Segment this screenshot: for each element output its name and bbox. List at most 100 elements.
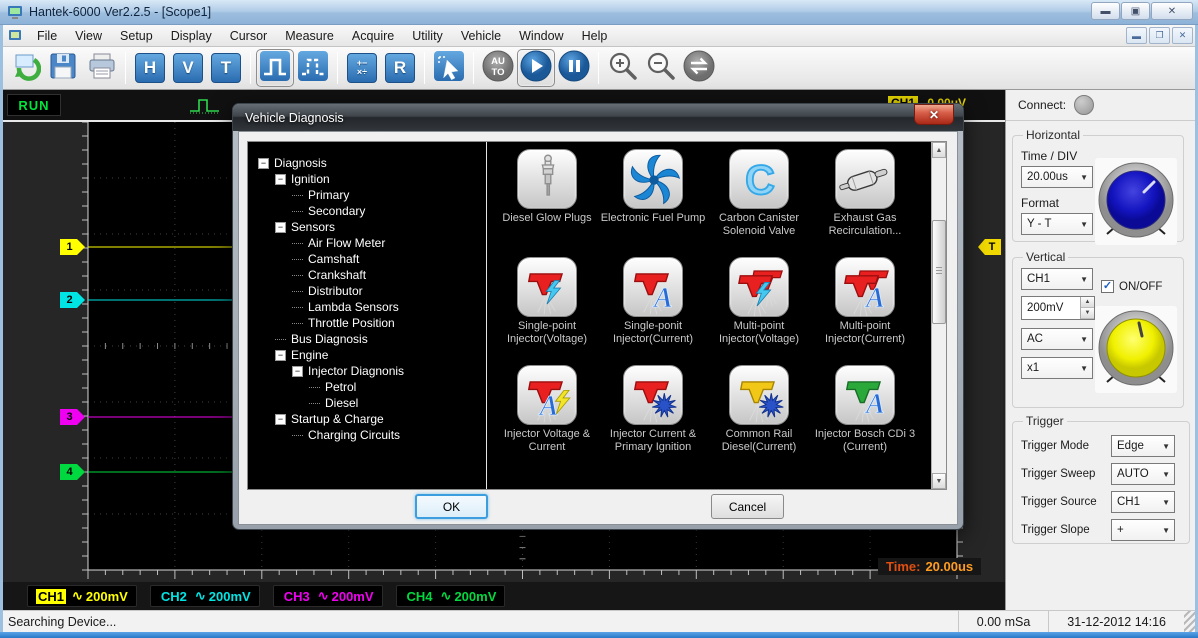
tree-node-distributor[interactable]: Distributor — [248, 283, 486, 299]
pause-acquisition-button[interactable] — [555, 49, 593, 87]
stepper-down-icon[interactable]: ▼ — [1081, 308, 1094, 319]
format-select[interactable]: Y - T ▼ — [1021, 213, 1093, 235]
diagnosis-item-exhaust[interactable]: Exhaust Gas Recirculation... — [812, 149, 918, 257]
tree-node-primary[interactable]: Primary — [248, 187, 486, 203]
save-button[interactable] — [44, 49, 82, 87]
run-acquisition-button[interactable] — [517, 49, 555, 87]
stepper-up-icon[interactable]: ▲ — [1081, 297, 1094, 308]
reference-wave-button[interactable]: R — [381, 49, 419, 87]
autoset-button[interactable]: AUTO — [479, 49, 517, 87]
collapse-icon[interactable]: − — [258, 158, 269, 169]
channel-onoff-checkbox[interactable]: ✓ — [1101, 280, 1114, 293]
zoom-in-button[interactable] — [604, 49, 642, 87]
mdi-minimize-button[interactable]: ▬ — [1126, 27, 1147, 44]
tree-node-camshaft[interactable]: Camshaft — [248, 251, 486, 267]
open-file-button[interactable] — [6, 49, 44, 87]
tree-node-throttle-position[interactable]: Throttle Position — [248, 315, 486, 331]
restore-window-button[interactable]: ▣ — [1121, 2, 1150, 20]
menu-item-view[interactable]: View — [66, 26, 111, 46]
tree-node-secondary[interactable]: Secondary — [248, 203, 486, 219]
channel-4-readout[interactable]: CH4∿200mV — [396, 585, 506, 607]
diagnosis-item-multi-injector-voltage[interactable]: Multi-point Injector(Voltage) — [706, 257, 812, 365]
menu-item-utility[interactable]: Utility — [403, 26, 452, 46]
exhaust-icon[interactable] — [835, 149, 895, 209]
vertical-position-knob[interactable] — [1095, 306, 1177, 393]
diagnosis-item-glow-plug[interactable]: Diesel Glow Plugs — [494, 149, 600, 257]
multi-injector-voltage-icon[interactable] — [729, 257, 789, 317]
menu-item-acquire[interactable]: Acquire — [343, 26, 403, 46]
collapse-icon[interactable]: − — [275, 174, 286, 185]
pulse-train-button[interactable] — [294, 49, 332, 87]
collapse-icon[interactable]: − — [275, 222, 286, 233]
tree-node-bus-diagnosis[interactable]: Bus Diagnosis — [248, 331, 486, 347]
ok-button[interactable]: OK — [415, 494, 488, 519]
multi-injector-current-icon[interactable]: A — [835, 257, 895, 317]
menu-item-cursor[interactable]: Cursor — [221, 26, 277, 46]
injector-current-icon[interactable]: A — [623, 257, 683, 317]
trigger-mode-select[interactable]: Edge▼ — [1111, 435, 1175, 457]
channel-1-readout[interactable]: CH1∿200mV — [27, 585, 137, 607]
diagnosis-item-injector-voltage[interactable]: Single-point Injector(Voltage) — [494, 257, 600, 365]
diagnosis-item-fuel-pump[interactable]: Electronic Fuel Pump — [600, 149, 706, 257]
letter-c-icon[interactable]: C — [729, 149, 789, 209]
tree-node-charging-circuits[interactable]: Charging Circuits — [248, 427, 486, 443]
tree-node-ignition[interactable]: −Ignition — [248, 171, 486, 187]
diagnosis-item-injector-volt-current[interactable]: AInjector Voltage & Current — [494, 365, 600, 473]
print-button[interactable] — [82, 49, 120, 87]
minimize-window-button[interactable]: ▬ — [1091, 2, 1120, 20]
volts-div-stepper[interactable]: 200mV ▲▼ — [1021, 296, 1095, 320]
coupling-select[interactable]: AC ▼ — [1021, 328, 1093, 350]
tree-node-air-flow-meter[interactable]: Air Flow Meter — [248, 235, 486, 251]
timediv-select[interactable]: 20.00us ▼ — [1021, 166, 1093, 188]
tree-node-startup-charge[interactable]: −Startup & Charge — [248, 411, 486, 427]
collapse-icon[interactable]: − — [275, 414, 286, 425]
diagnosis-item-injector-primary[interactable]: Injector Current & Primary Ignition — [600, 365, 706, 473]
tree-node-sensors[interactable]: −Sensors — [248, 219, 486, 235]
tree-node-lambda-sensors[interactable]: Lambda Sensors — [248, 299, 486, 315]
menu-item-display[interactable]: Display — [162, 26, 221, 46]
injector-volt-current-icon[interactable]: A — [517, 365, 577, 425]
injector-primary-icon[interactable] — [623, 365, 683, 425]
refresh-device-button[interactable] — [680, 49, 718, 87]
menu-item-setup[interactable]: Setup — [111, 26, 162, 46]
pointer-tool-button[interactable] — [430, 49, 468, 87]
zoom-out-button[interactable] — [642, 49, 680, 87]
tree-node-diagnosis[interactable]: −Diagnosis — [248, 155, 486, 171]
diagnosis-item-letter-c[interactable]: CCarbon Canister Solenoid Valve — [706, 149, 812, 257]
tree-node-injector-diagnonis[interactable]: −Injector Diagnonis — [248, 363, 486, 379]
tree-node-diesel[interactable]: Diesel — [248, 395, 486, 411]
menu-item-help[interactable]: Help — [573, 26, 617, 46]
channel-2-readout[interactable]: CH2∿200mV — [150, 585, 260, 607]
horizontal-position-knob[interactable] — [1095, 158, 1177, 245]
bosch-cdi-icon[interactable]: A — [835, 365, 895, 425]
menu-item-measure[interactable]: Measure — [276, 26, 343, 46]
menu-item-vehicle[interactable]: Vehicle — [452, 26, 510, 46]
probe-select[interactable]: x1 ▼ — [1021, 357, 1093, 379]
math-function-button[interactable]: +−×÷ — [343, 49, 381, 87]
tree-node-engine[interactable]: −Engine — [248, 347, 486, 363]
dialog-title-bar[interactable]: Vehicle Diagnosis ✕ — [233, 104, 963, 131]
dialog-close-button[interactable]: ✕ — [914, 104, 954, 125]
vertical-cursor-button[interactable]: V — [169, 49, 207, 87]
collapse-icon[interactable]: − — [292, 366, 303, 377]
trigger-slope-select[interactable]: +▼ — [1111, 519, 1175, 541]
common-rail-icon[interactable] — [729, 365, 789, 425]
scrollbar-thumb[interactable] — [932, 220, 946, 324]
glow-plug-icon[interactable] — [517, 149, 577, 209]
trigger-source-select[interactable]: CH1▼ — [1111, 491, 1175, 513]
menu-item-window[interactable]: Window — [510, 26, 572, 46]
fuel-pump-icon[interactable] — [623, 149, 683, 209]
cancel-button[interactable]: Cancel — [711, 494, 784, 519]
scroll-down-icon[interactable]: ▼ — [932, 473, 946, 489]
diagnosis-item-multi-injector-current[interactable]: AMulti-point Injector(Current) — [812, 257, 918, 365]
collapse-icon[interactable]: − — [275, 350, 286, 361]
trigger-sweep-select[interactable]: AUTO▼ — [1111, 463, 1175, 485]
diagnosis-item-bosch-cdi[interactable]: AInjector Bosch CDi 3 (Current) — [812, 365, 918, 473]
diagnosis-item-injector-current[interactable]: ASingle-ponit Injector(Current) — [600, 257, 706, 365]
menu-item-file[interactable]: File — [28, 26, 66, 46]
pulse-single-button[interactable] — [256, 49, 294, 87]
channel-select[interactable]: CH1 ▼ — [1021, 268, 1093, 290]
channel-3-readout[interactable]: CH3∿200mV — [273, 585, 383, 607]
trigger-cursor-button[interactable]: T — [207, 49, 245, 87]
close-window-button[interactable]: ✕ — [1151, 2, 1193, 20]
